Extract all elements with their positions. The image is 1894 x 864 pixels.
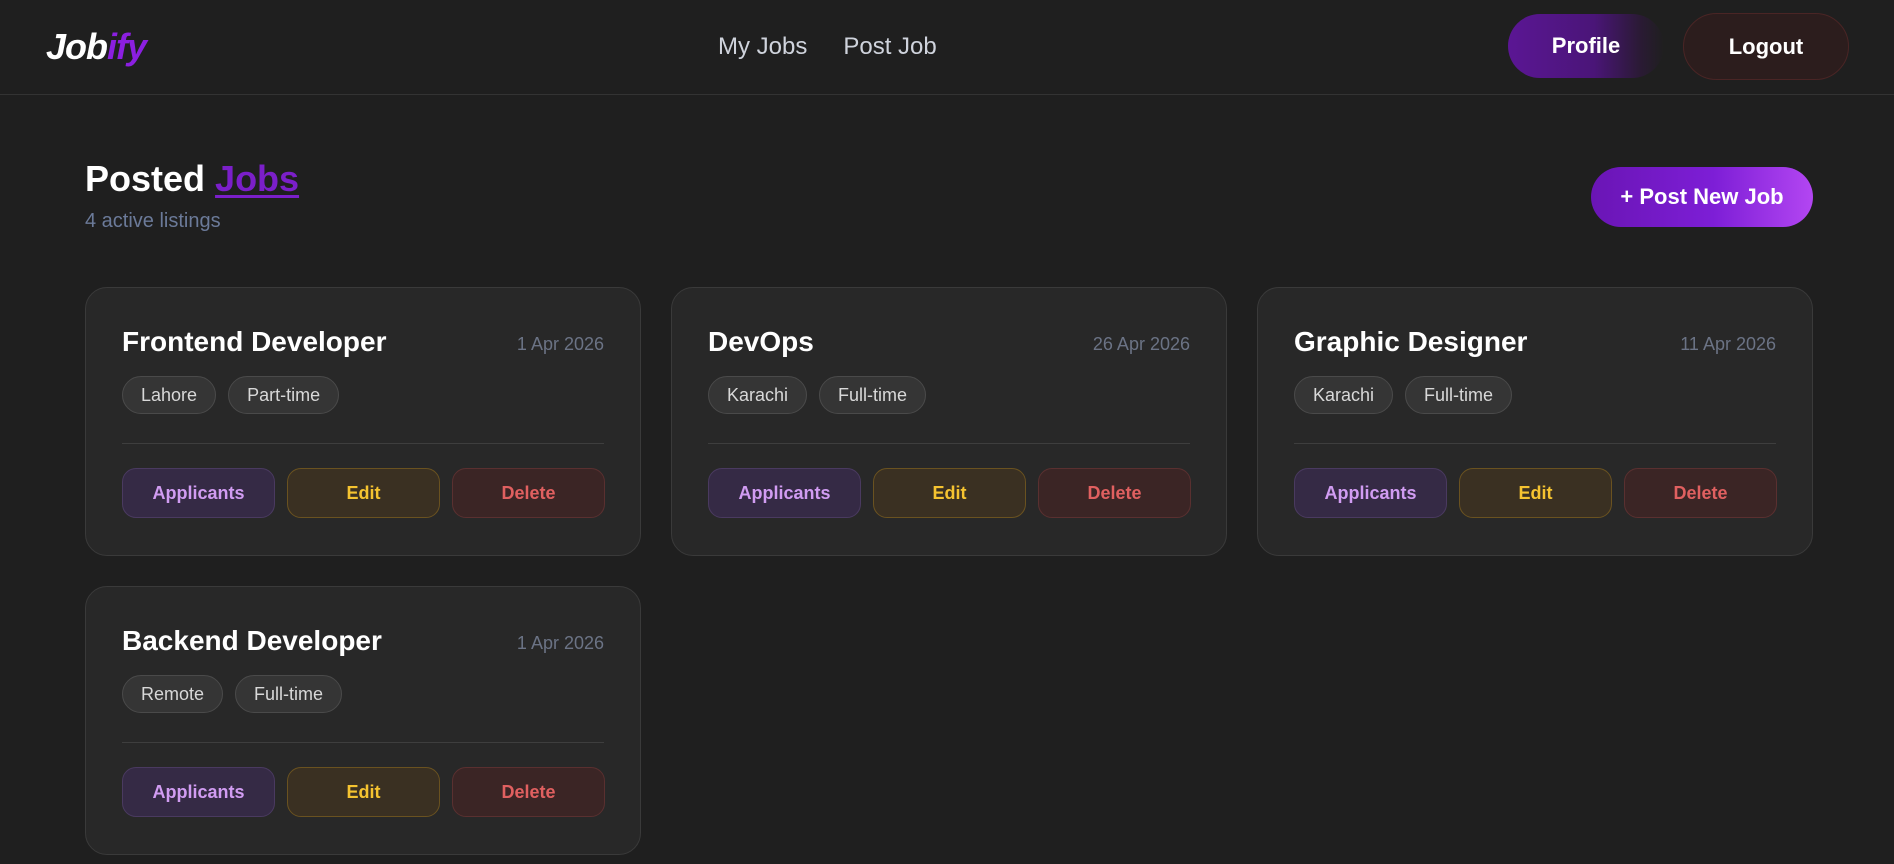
- job-card: Backend Developer 1 Apr 2026 Remote Full…: [85, 586, 641, 855]
- edit-button[interactable]: Edit: [287, 468, 440, 518]
- job-title: Backend Developer: [122, 625, 382, 656]
- applicants-button[interactable]: Applicants: [122, 767, 275, 817]
- job-date: 1 Apr 2026: [516, 633, 604, 653]
- applicants-button[interactable]: Applicants: [708, 468, 861, 518]
- job-date: 1 Apr 2026: [516, 334, 604, 354]
- card-divider: [1294, 443, 1776, 444]
- job-date: 26 Apr 2026: [1092, 334, 1190, 354]
- delete-button[interactable]: Delete: [452, 767, 605, 817]
- logo-accent: ify: [107, 26, 147, 67]
- listings-count: 4 active listings: [85, 210, 221, 232]
- page-title-accent: Jobs: [215, 158, 300, 199]
- job-tags: Karachi Full-time: [708, 376, 927, 414]
- nav-links: My Jobs Post Job: [718, 33, 937, 61]
- profile-button[interactable]: Profile: [1508, 14, 1664, 78]
- job-type-tag: Full-time: [1405, 376, 1513, 414]
- card-divider: [708, 443, 1190, 444]
- job-title: Frontend Developer: [122, 326, 387, 357]
- delete-button[interactable]: Delete: [1038, 468, 1191, 518]
- location-tag: Karachi: [708, 376, 808, 414]
- page-title: Posted Jobs: [85, 158, 299, 200]
- job-tags: Lahore Part-time: [122, 376, 340, 414]
- applicants-button[interactable]: Applicants: [1294, 468, 1447, 518]
- location-tag: Karachi: [1294, 376, 1394, 414]
- job-tags: Karachi Full-time: [1294, 376, 1513, 414]
- location-tag: Lahore: [122, 376, 217, 414]
- card-actions: Applicants Edit Delete: [122, 767, 605, 817]
- nav-link-my-jobs[interactable]: My Jobs: [718, 33, 807, 61]
- logout-button[interactable]: Logout: [1683, 13, 1849, 80]
- edit-button[interactable]: Edit: [287, 767, 440, 817]
- card-actions: Applicants Edit Delete: [122, 468, 605, 518]
- edit-button[interactable]: Edit: [1459, 468, 1612, 518]
- navbar: Jobify My Jobs Post Job Profile Logout: [0, 0, 1894, 95]
- delete-button[interactable]: Delete: [1624, 468, 1777, 518]
- job-date: 11 Apr 2026: [1680, 334, 1776, 354]
- job-type-tag: Part-time: [228, 376, 340, 414]
- job-card: DevOps 26 Apr 2026 Karachi Full-time App…: [671, 287, 1227, 556]
- applicants-button[interactable]: Applicants: [122, 468, 275, 518]
- card-actions: Applicants Edit Delete: [1294, 468, 1777, 518]
- job-tags: Remote Full-time: [122, 675, 343, 713]
- job-type-tag: Full-time: [235, 675, 343, 713]
- edit-button[interactable]: Edit: [873, 468, 1026, 518]
- post-new-job-button[interactable]: + Post New Job: [1591, 167, 1813, 227]
- delete-button[interactable]: Delete: [452, 468, 605, 518]
- page-header: Posted Jobs 4 active listings: [85, 158, 299, 233]
- job-type-tag: Full-time: [819, 376, 927, 414]
- card-actions: Applicants Edit Delete: [708, 468, 1191, 518]
- job-title: DevOps: [708, 326, 814, 357]
- nav-link-post-job[interactable]: Post Job: [843, 33, 936, 61]
- job-card: Frontend Developer 1 Apr 2026 Lahore Par…: [85, 287, 641, 556]
- job-title: Graphic Designer: [1294, 326, 1528, 357]
- logo-main: Job: [46, 26, 108, 67]
- page-title-main: Posted: [85, 158, 206, 199]
- card-divider: [122, 742, 604, 743]
- job-card: Graphic Designer 11 Apr 2026 Karachi Ful…: [1257, 287, 1813, 556]
- location-tag: Remote: [122, 675, 224, 713]
- card-divider: [122, 443, 604, 444]
- logo[interactable]: Jobify: [46, 26, 147, 68]
